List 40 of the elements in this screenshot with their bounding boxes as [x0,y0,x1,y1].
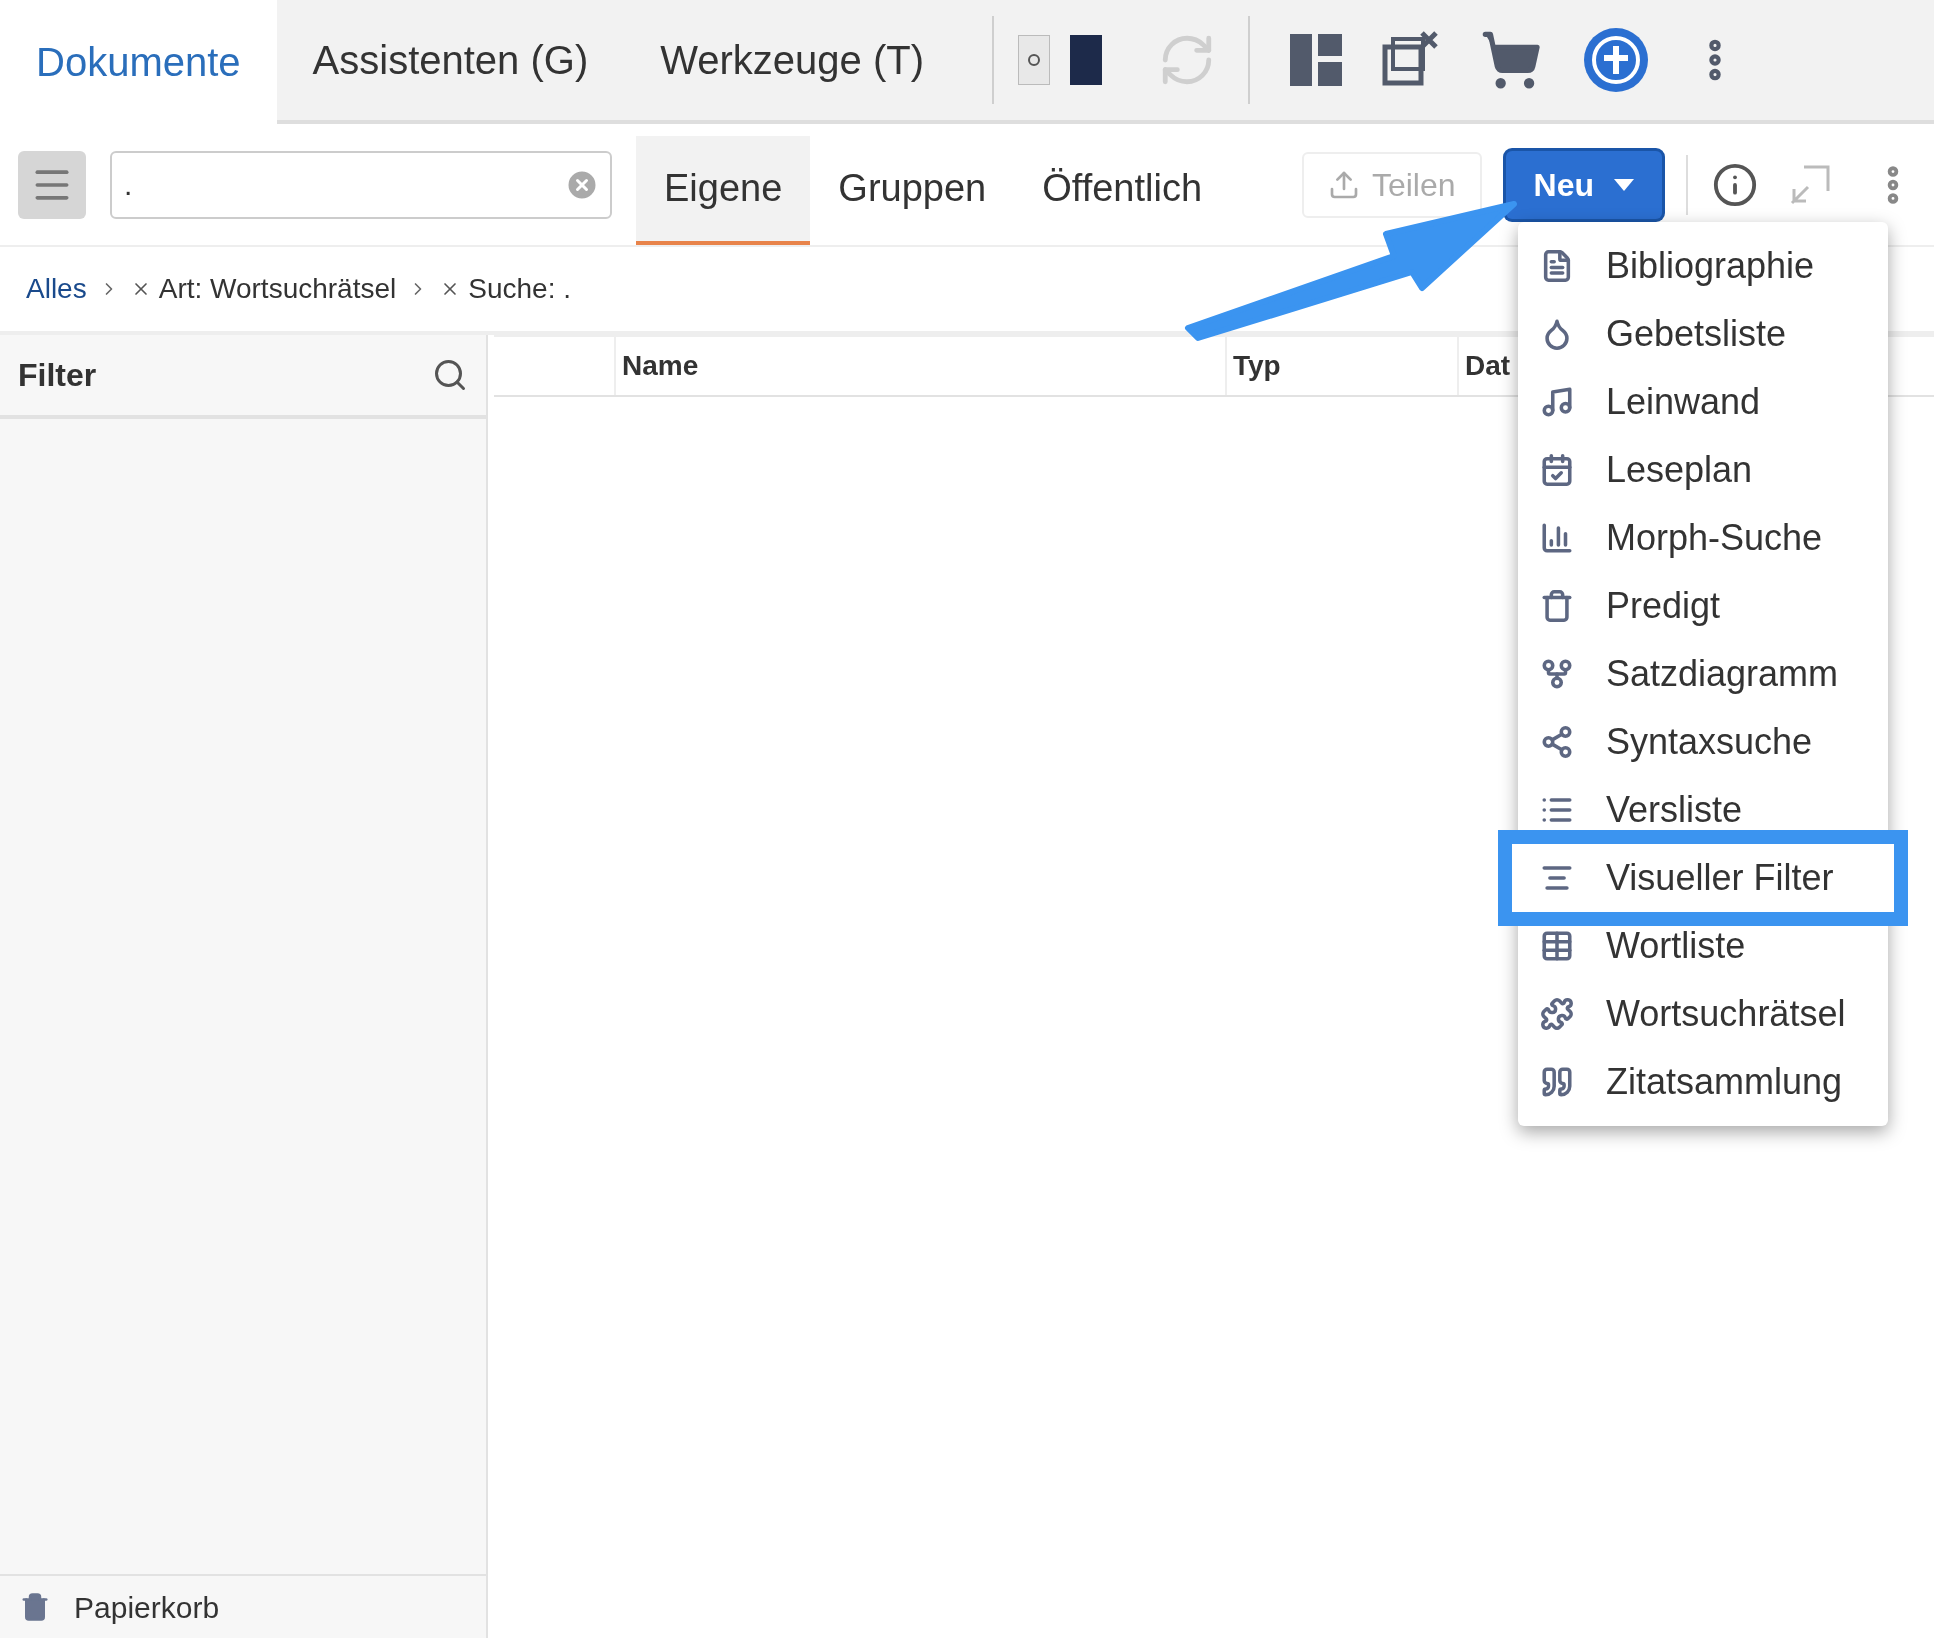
menu-item[interactable]: Satzdiagramm [1518,640,1888,708]
cart-icon[interactable] [1480,29,1542,91]
trash-link[interactable]: Papierkorb [74,1584,220,1630]
menu-item[interactable]: Morph-Suche [1518,504,1888,572]
menu-item[interactable]: Bibliographie [1518,232,1888,300]
top-tab[interactable]: Dokumente [0,0,277,124]
scope-tab[interactable]: Gruppen [810,136,1015,245]
search-field[interactable]: . [110,150,612,219]
caret-icon [1614,178,1634,191]
scope-tab[interactable]: Eigene [636,136,811,245]
breadcrumb-link[interactable]: Alles [26,268,87,310]
menu-item[interactable]: Leseplan [1518,436,1888,504]
column-header[interactable]: Dat [1465,345,1511,387]
breadcrumb-filter[interactable]: Suche: . [468,268,571,310]
top-tab[interactable]: Werkzeuge (T) [624,0,960,120]
search-icon[interactable] [432,357,468,393]
column-header[interactable]: Name [622,345,699,387]
new-button[interactable]: Neu [1505,150,1662,219]
puzzle-icon [1540,995,1574,1033]
trash-icon [20,1591,50,1623]
nodes-icon [1540,723,1574,761]
menu-item[interactable]: Gebetsliste [1518,300,1888,368]
menu-item[interactable]: Wortsuchrätsel [1518,980,1888,1048]
book-cover-icon[interactable] [1018,35,1050,85]
menu-button[interactable] [18,150,86,219]
info-icon[interactable] [1712,161,1758,208]
menu-item[interactable]: Leinwand [1518,368,1888,436]
sidebar-title: Filter [18,356,97,395]
column-header[interactable]: Typ [1233,345,1281,387]
logo-icon[interactable] [1582,26,1650,94]
menu-item[interactable]: Visueller Filter [1498,830,1908,926]
menu-item[interactable]: Predigt [1518,572,1888,640]
layout-icon[interactable] [1290,34,1342,86]
scope-tab[interactable]: Öffentlich [1014,136,1231,245]
breadcrumb-filter[interactable]: Art: Wortsuchrätsel [158,268,397,310]
menu-item[interactable]: Syntaxsuche [1518,708,1888,776]
top-tab[interactable]: Assistenten (G) [276,0,625,120]
window-close-icon[interactable] [1382,31,1440,89]
menu-item[interactable]: Zitatsammlung [1518,1048,1888,1116]
calendar-check-icon [1540,451,1574,489]
